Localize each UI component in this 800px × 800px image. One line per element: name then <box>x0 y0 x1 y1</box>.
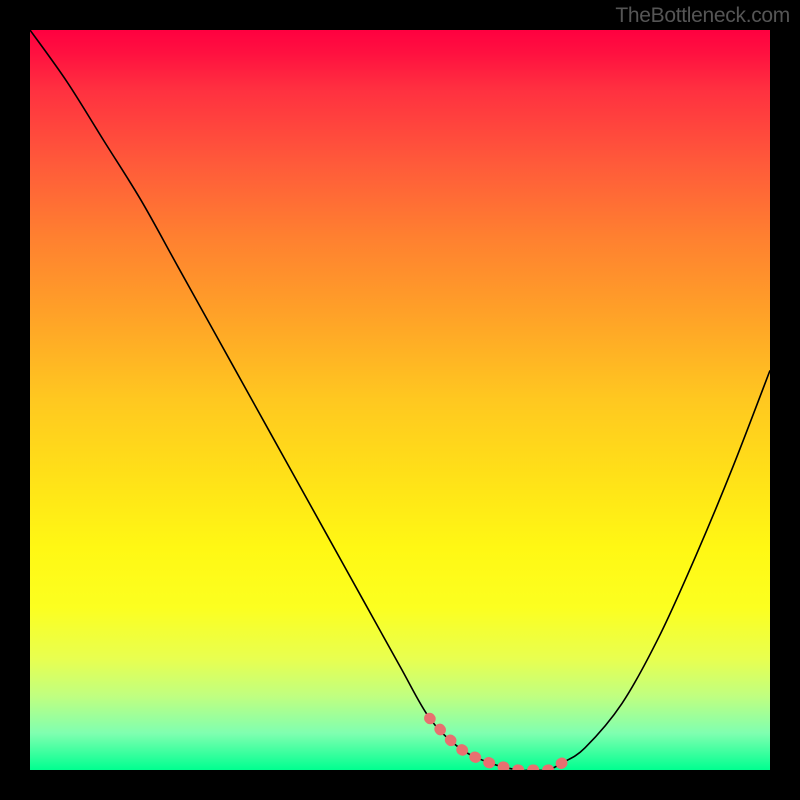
bottleneck-curve <box>30 30 770 770</box>
curve-group <box>30 30 770 770</box>
bottleneck-chart <box>30 30 770 770</box>
optimal-range-highlight <box>430 718 563 770</box>
watermark-text: TheBottleneck.com <box>615 4 790 28</box>
